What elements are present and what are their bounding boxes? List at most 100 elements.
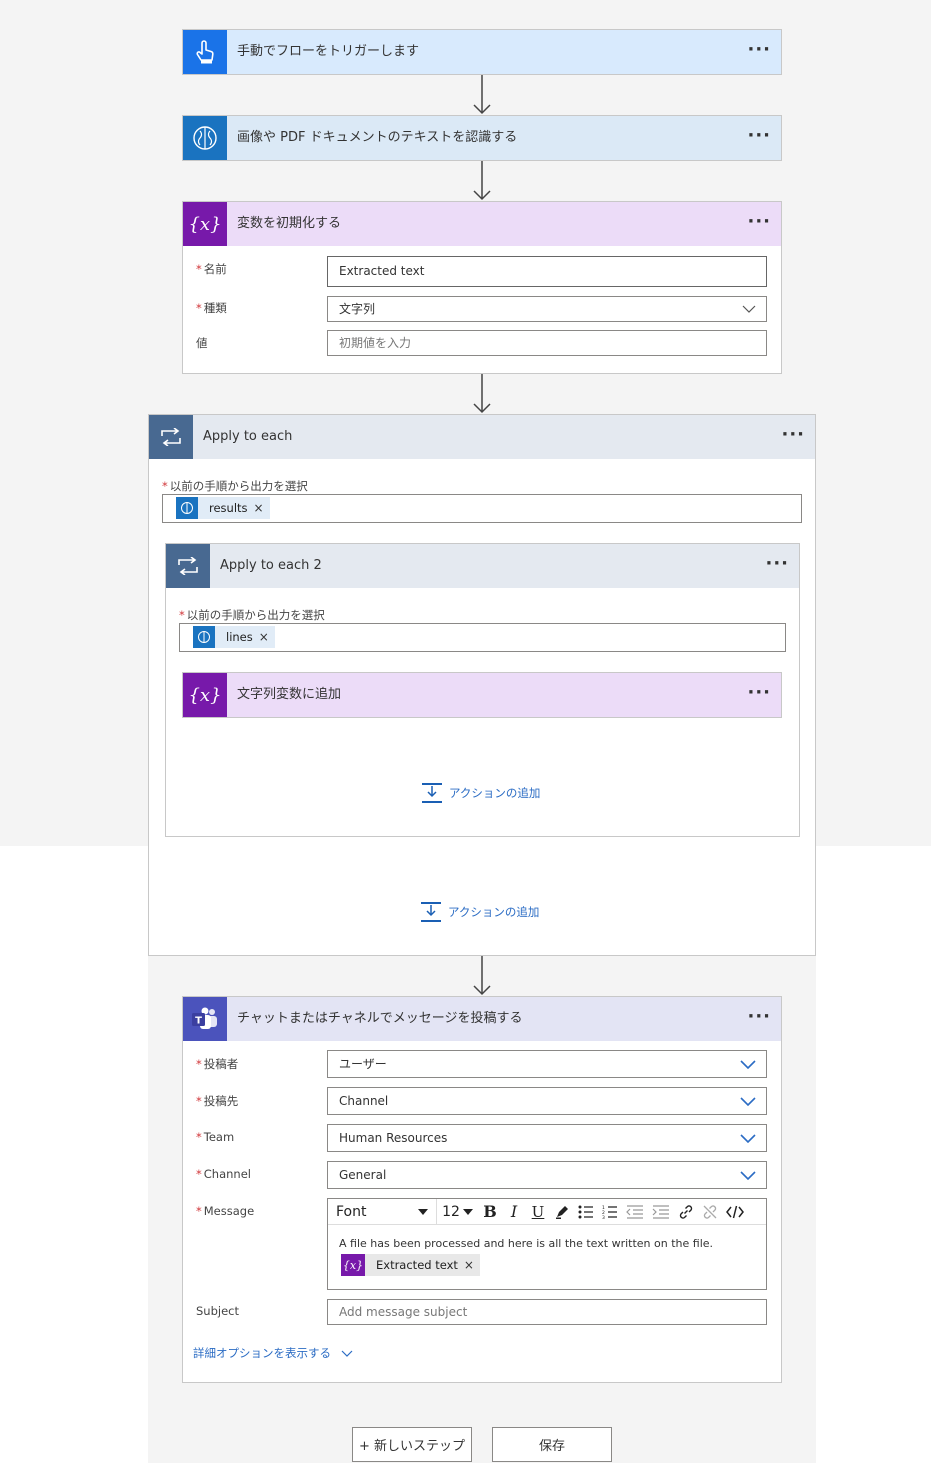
apply-to-each-title: Apply to each xyxy=(203,429,293,444)
variable-icon: {x} xyxy=(183,673,227,717)
ai-brain-icon xyxy=(176,497,198,519)
chevron-down-icon xyxy=(740,1088,756,1114)
team-select[interactable]: Human Resources xyxy=(327,1124,767,1152)
teams-post-message-title: チャットまたはチャネルでメッセージを投稿する xyxy=(237,1011,523,1026)
more-options-icon[interactable]: ··· xyxy=(747,30,771,74)
bold-icon[interactable]: B xyxy=(478,1199,502,1225)
rich-text-toolbar: Font 12 B I U 123 xyxy=(328,1199,766,1225)
select-output-label: * 以前の手順から出力を選択 xyxy=(179,608,325,622)
ocr-step-title: 画像や PDF ドキュメントのテキストを認識する xyxy=(237,130,518,145)
connector-arrow-icon xyxy=(470,374,494,414)
results-token[interactable]: results × xyxy=(176,497,270,519)
highlight-pen-icon[interactable] xyxy=(550,1199,574,1225)
teams-icon: T xyxy=(183,997,227,1041)
italic-icon[interactable]: I xyxy=(502,1199,526,1225)
loop-icon xyxy=(149,415,193,459)
ai-brain-icon xyxy=(193,626,215,648)
trigger-step-title: 手動でフローをトリガーします xyxy=(237,44,420,59)
show-advanced-options-link[interactable]: 詳細オプションを表示する xyxy=(193,1345,353,1361)
teams-post-message-card: T チャットまたはチャネルでメッセージを投稿する ··· * 投稿者 ユーザー *… xyxy=(182,996,782,1383)
decrease-indent-icon[interactable] xyxy=(622,1199,648,1225)
variable-icon: {x} xyxy=(183,202,227,246)
ocr-step-header[interactable]: 画像や PDF ドキュメントのテキストを認識する ··· xyxy=(183,116,781,160)
increase-indent-icon[interactable] xyxy=(648,1199,674,1225)
more-options-icon[interactable]: ··· xyxy=(781,415,805,459)
post-in-field-label: * 投稿先 xyxy=(196,1094,239,1108)
team-field-label: * Team xyxy=(196,1130,235,1144)
more-options-icon[interactable]: ··· xyxy=(765,544,789,588)
add-action-link[interactable]: アクションの追加 xyxy=(421,782,540,804)
add-action-link[interactable]: アクションの追加 xyxy=(420,901,539,923)
underline-icon[interactable]: U xyxy=(526,1199,550,1225)
save-button[interactable]: 保存 xyxy=(492,1427,612,1462)
variable-name-input[interactable]: Extracted text xyxy=(327,256,767,287)
unlink-icon[interactable] xyxy=(698,1199,722,1225)
variable-icon: {x} xyxy=(341,1254,365,1276)
connector-arrow-icon xyxy=(470,956,494,996)
trigger-step-header[interactable]: 手動でフローをトリガーします ··· xyxy=(183,30,781,74)
ai-brain-icon xyxy=(183,116,227,160)
name-field-label: * 名前 xyxy=(196,262,227,276)
more-options-icon[interactable]: ··· xyxy=(747,997,771,1041)
initialize-variable-header[interactable]: {x} 変数を初期化する ··· xyxy=(183,202,781,246)
channel-field-label: * Channel xyxy=(196,1167,251,1181)
remove-token-icon[interactable]: × xyxy=(254,496,270,520)
trigger-step-card[interactable]: 手動でフローをトリガーします ··· xyxy=(182,29,782,75)
teams-post-message-header[interactable]: T チャットまたはチャネルでメッセージを投稿する ··· xyxy=(183,997,781,1041)
chevron-down-icon xyxy=(740,1051,756,1077)
select-output-input[interactable]: results × xyxy=(162,494,802,523)
message-field-label: * Message xyxy=(196,1204,255,1218)
initialize-variable-card: {x} 変数を初期化する ··· * 名前 Extracted text * 種類 … xyxy=(182,201,782,374)
ocr-step-card[interactable]: 画像や PDF ドキュメントのテキストを認識する ··· xyxy=(182,115,782,161)
append-string-variable-header[interactable]: {x} 文字列変数に追加 ··· xyxy=(183,673,781,717)
select-output-label: * 以前の手順から出力を選択 xyxy=(162,479,308,493)
svg-text:{x}: {x} xyxy=(343,1259,363,1272)
channel-select[interactable]: General xyxy=(327,1161,767,1189)
append-string-variable-title: 文字列変数に追加 xyxy=(237,687,342,702)
append-string-variable-card[interactable]: {x} 文字列変数に追加 ··· xyxy=(182,672,782,718)
chevron-down-icon xyxy=(341,1350,353,1357)
link-icon[interactable] xyxy=(674,1199,698,1225)
new-step-button[interactable]: + 新しいステップ xyxy=(352,1427,472,1462)
value-field-label: 値 xyxy=(196,336,208,350)
font-family-select[interactable]: Font xyxy=(328,1199,436,1225)
hand-touch-icon xyxy=(183,30,227,74)
apply-to-each-2-card: Apply to each 2 ··· * 以前の手順から出力を選択 lines … xyxy=(165,543,800,837)
poster-field-label: * 投稿者 xyxy=(196,1057,239,1071)
select-output-input[interactable]: lines × xyxy=(179,623,786,652)
bulleted-list-icon[interactable] xyxy=(574,1199,598,1225)
add-action-icon xyxy=(422,783,442,803)
numbered-list-icon[interactable]: 123 xyxy=(598,1199,622,1225)
connector-arrow-icon xyxy=(470,75,494,115)
variable-value-input[interactable]: 初期値を入力 xyxy=(327,330,767,356)
more-options-icon[interactable]: ··· xyxy=(747,116,771,160)
caret-down-icon xyxy=(462,1208,473,1215)
more-options-icon[interactable]: ··· xyxy=(747,673,771,717)
svg-text:3: 3 xyxy=(602,1215,605,1219)
apply-to-each-header[interactable]: Apply to each ··· xyxy=(149,415,815,459)
more-options-icon[interactable]: ··· xyxy=(747,202,771,246)
initialize-variable-title: 変数を初期化する xyxy=(237,216,342,231)
connector-arrow-icon xyxy=(470,161,494,201)
variable-type-select[interactable]: 文字列 xyxy=(327,296,767,322)
code-view-icon[interactable] xyxy=(722,1199,748,1225)
lines-token[interactable]: lines × xyxy=(193,626,275,648)
subject-input[interactable]: Add message subject xyxy=(327,1299,767,1325)
message-body-text: A file has been processed and here is al… xyxy=(339,1237,714,1250)
apply-to-each-2-header[interactable]: Apply to each 2 ··· xyxy=(166,544,799,588)
add-action-icon xyxy=(421,902,441,922)
message-editor[interactable]: Font 12 B I U 123 A file has been proces… xyxy=(327,1198,767,1290)
svg-text:T: T xyxy=(195,1016,202,1027)
poster-select[interactable]: ユーザー xyxy=(327,1050,767,1078)
chevron-down-icon xyxy=(740,1125,756,1151)
type-field-label: * 種類 xyxy=(196,301,227,315)
font-size-select[interactable]: 12 xyxy=(436,1199,478,1225)
post-in-select[interactable]: Channel xyxy=(327,1087,767,1115)
remove-token-icon[interactable]: × xyxy=(259,625,275,649)
extracted-text-token[interactable]: {x} Extracted text × xyxy=(341,1254,480,1276)
svg-text:{x}: {x} xyxy=(189,685,221,706)
remove-token-icon[interactable]: × xyxy=(464,1253,480,1277)
subject-field-label: Subject xyxy=(196,1304,239,1318)
chevron-down-icon xyxy=(740,1162,756,1188)
apply-to-each-card: Apply to each ··· * 以前の手順から出力を選択 results … xyxy=(148,414,816,956)
